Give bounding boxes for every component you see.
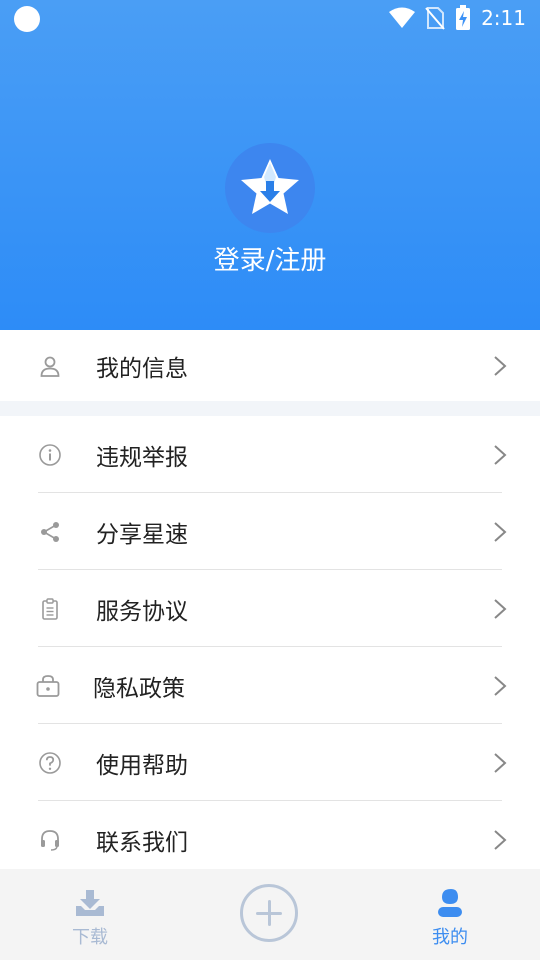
menu-label: 使用帮助 [96, 752, 188, 779]
menu-item-report[interactable]: 违规举报 [0, 416, 540, 493]
user-icon [37, 353, 63, 379]
no-sim-icon [425, 6, 445, 30]
chevron-right-icon [494, 521, 507, 542]
menu-label: 我的信息 [96, 355, 188, 382]
menu-item-my-info[interactable]: 我的信息 [0, 330, 540, 401]
tab-label: 下载 [72, 927, 108, 948]
chevron-right-icon [494, 752, 507, 773]
chevron-right-icon [494, 355, 507, 376]
bottom-tab-bar: 下载 我的 [0, 869, 540, 960]
menu-item-privacy-policy[interactable]: 隐私政策 [0, 647, 540, 724]
share-icon [37, 519, 63, 545]
menu-item-contact-us[interactable]: 联系我们 [0, 801, 540, 878]
status-bar: 2:11 [0, 0, 540, 36]
menu-label: 分享星速 [96, 521, 188, 548]
star-download-logo-icon [241, 159, 299, 214]
status-time: 2:11 [481, 6, 526, 30]
chevron-right-icon [494, 829, 507, 850]
chevron-right-icon [494, 444, 507, 465]
lock-icon [35, 673, 61, 699]
chevron-right-icon [494, 598, 507, 619]
download-tray-icon [75, 887, 105, 919]
menu-group-profile: 我的信息 [0, 330, 540, 401]
info-icon [37, 442, 63, 468]
menu-item-service-agreement[interactable]: 服务协议 [0, 570, 540, 647]
tab-mine[interactable]: 我的 [390, 869, 510, 960]
menu-label: 隐私政策 [93, 675, 185, 702]
plus-circle-icon[interactable] [240, 884, 298, 942]
login-register-link[interactable]: 登录/注册 [0, 240, 540, 277]
menu-label: 服务协议 [96, 598, 188, 625]
menu-item-share[interactable]: 分享星速 [0, 493, 540, 570]
menu-item-help[interactable]: 使用帮助 [0, 724, 540, 801]
battery-charging-icon [455, 5, 471, 31]
notification-dot-icon [14, 6, 40, 32]
tab-download[interactable]: 下载 [30, 869, 150, 960]
user-filled-icon [436, 887, 464, 919]
menu-label: 联系我们 [96, 829, 188, 856]
tab-label: 我的 [432, 927, 468, 948]
wifi-icon [389, 7, 416, 29]
menu-group-settings: 违规举报 分享星速 服务协议 隐私政策 使用帮助 联系我们 [0, 416, 540, 878]
chevron-right-icon [494, 675, 507, 696]
profile-header: 2:11 登录/注册 [0, 0, 540, 330]
status-icons: 2:11 [389, 4, 526, 32]
avatar[interactable] [225, 143, 315, 233]
help-icon [37, 750, 63, 776]
menu-label: 违规举报 [96, 444, 188, 471]
clipboard-icon [37, 596, 63, 622]
headset-icon [37, 827, 63, 853]
